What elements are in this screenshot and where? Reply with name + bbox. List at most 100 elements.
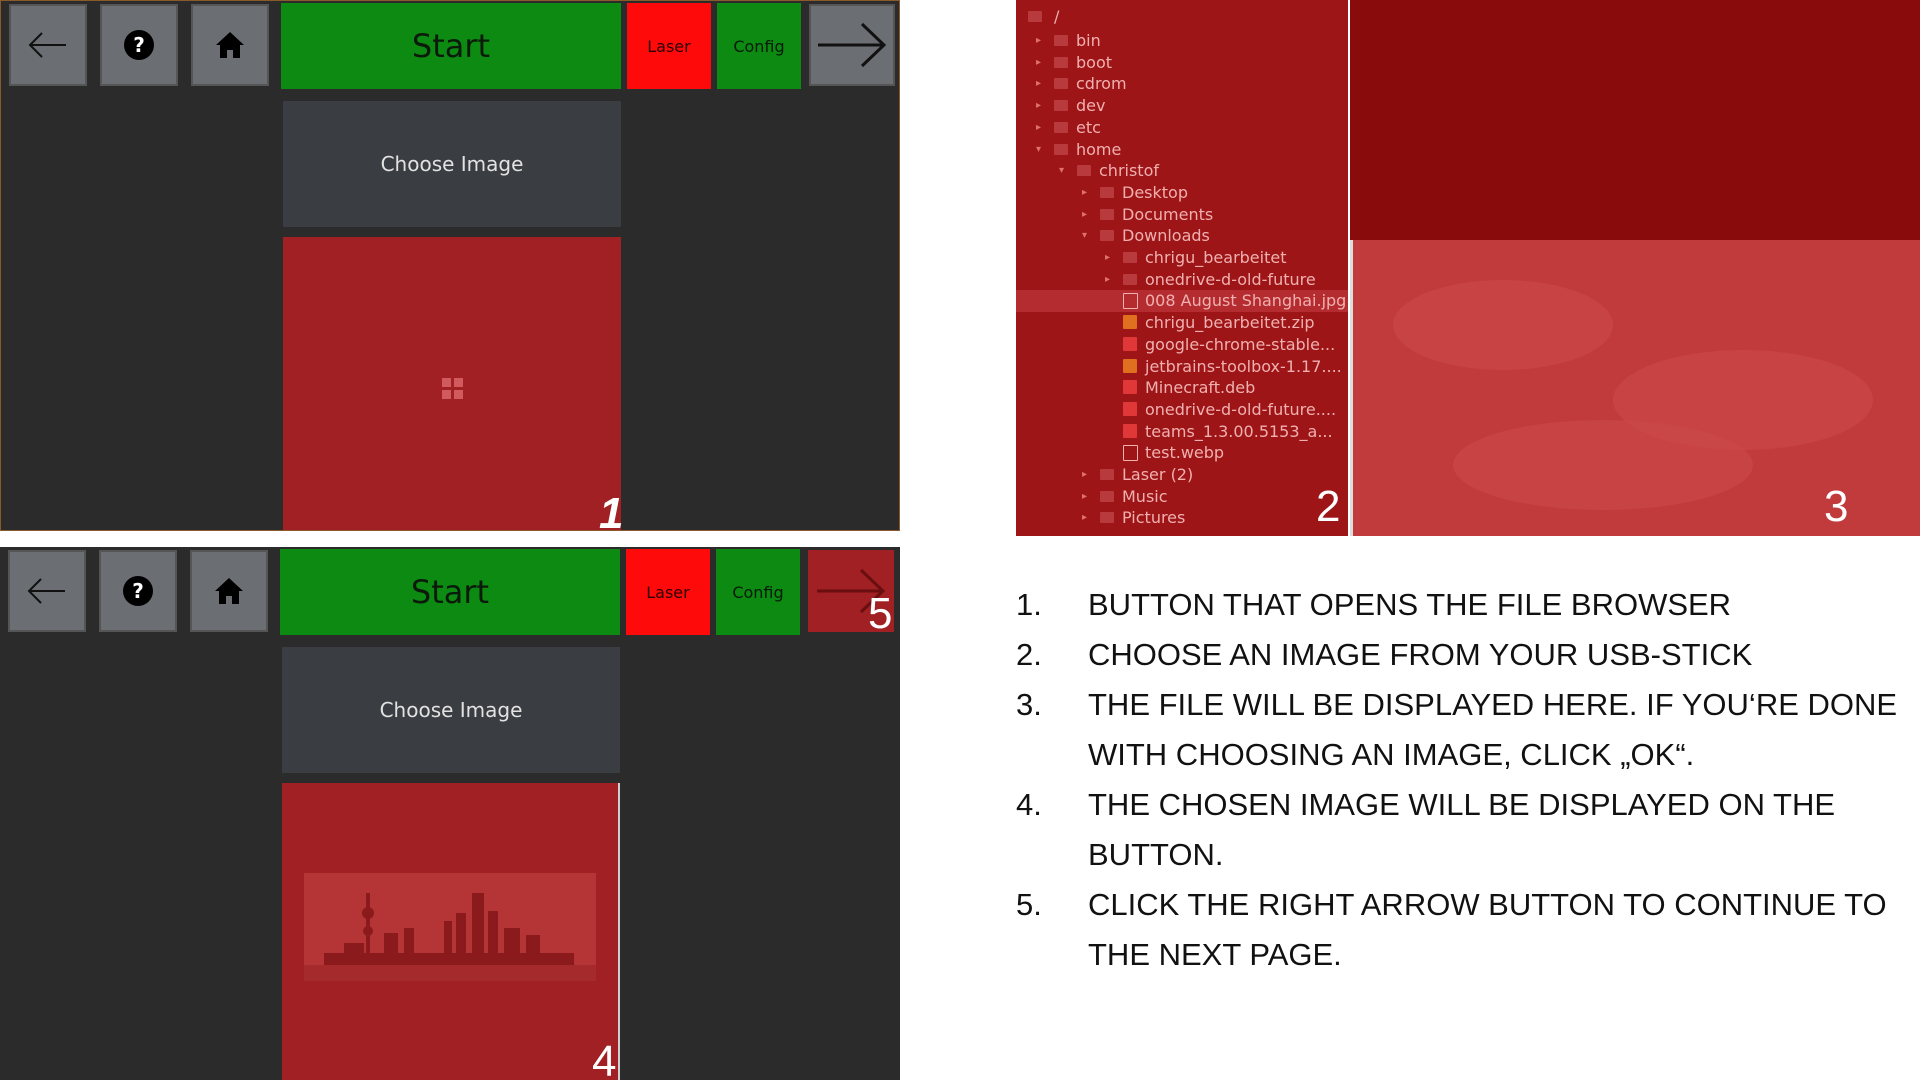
home-icon — [216, 32, 244, 58]
image-viewer-panel: 3 — [1350, 0, 1920, 536]
home-button[interactable] — [190, 550, 268, 632]
instruction-number: 2. — [1016, 637, 1042, 672]
image-preview-button[interactable] — [282, 783, 620, 1080]
archive-icon — [1123, 315, 1137, 330]
chevron-right-icon[interactable]: ▸ — [1036, 95, 1041, 117]
folder-icon — [1054, 121, 1068, 133]
file-name: Pictures — [1122, 508, 1186, 528]
back-button[interactable] — [9, 4, 87, 86]
chevron-right-icon[interactable]: ▸ — [1036, 73, 1041, 95]
folder-row[interactable]: ▾ christof — [1016, 160, 1348, 182]
config-label: Config — [733, 36, 785, 56]
laser-label: Laser — [646, 582, 690, 602]
image-preview-button[interactable] — [283, 237, 621, 530]
folder-row[interactable]: ▸ bin — [1016, 30, 1348, 52]
chevron-right-icon[interactable]: ▸ — [1036, 117, 1041, 139]
file-name: teams_1.3.00.5153_a... — [1145, 421, 1333, 441]
config-button[interactable]: Config — [716, 549, 800, 635]
folder-row[interactable]: ▸ Documents — [1016, 204, 1348, 226]
package-icon — [1123, 423, 1137, 438]
folder-row[interactable]: ▸ onedrive-d-old-future — [1016, 269, 1348, 291]
file-row[interactable]: onedrive-d-old-future.... — [1016, 399, 1348, 421]
step-marker-3: 3 — [1824, 482, 1849, 531]
file-name: home — [1076, 139, 1122, 159]
folder-icon — [1028, 11, 1042, 22]
file-name: Music — [1122, 486, 1168, 506]
package-icon — [1123, 336, 1137, 351]
app-panel-step-4: ? Start Laser Config 5 Choose Image 4 — [0, 547, 900, 1080]
chevron-right-icon[interactable]: ▸ — [1082, 486, 1087, 508]
chevron-right-icon[interactable]: ▸ — [1105, 269, 1110, 291]
file-name: bin — [1076, 31, 1101, 50]
chevron-right-icon[interactable]: ▸ — [1036, 52, 1041, 74]
file-row[interactable]: jetbrains-toolbox-1.17.... — [1016, 356, 1348, 378]
file-row[interactable]: chrigu_bearbeitet.zip — [1016, 312, 1348, 334]
folder-icon — [1123, 252, 1137, 263]
chevron-right-icon[interactable]: ▸ — [1082, 204, 1087, 226]
folder-row[interactable]: ▾ Downloads — [1016, 225, 1348, 247]
file-name: test.webp — [1145, 443, 1225, 463]
instruction-item: 2. CHOOSE AN IMAGE FROM YOUR USB-STICK — [1016, 630, 1920, 680]
file-row[interactable]: teams_1.3.00.5153_a... — [1016, 421, 1348, 443]
step-marker-4: 4 — [592, 1037, 617, 1080]
laser-button[interactable]: Laser — [626, 549, 710, 635]
chevron-down-icon[interactable]: ▾ — [1036, 139, 1041, 161]
chevron-right-icon[interactable]: ▸ — [1082, 182, 1087, 204]
file-name: onedrive-d-old-future.... — [1145, 399, 1337, 419]
folder-row[interactable]: ▸ Music — [1016, 486, 1348, 508]
folder-icon — [1100, 490, 1114, 502]
start-button[interactable]: Start — [281, 3, 621, 89]
file-browser-root[interactable]: / — [1016, 6, 1348, 28]
config-label: Config — [732, 582, 784, 602]
chevron-right-icon[interactable]: ▸ — [1036, 30, 1041, 52]
start-label: Start — [410, 573, 490, 611]
file-name: jetbrains-toolbox-1.17.... — [1145, 356, 1342, 376]
file-name: etc — [1076, 117, 1101, 137]
help-button[interactable]: ? — [99, 550, 177, 632]
start-button[interactable]: Start — [280, 549, 620, 635]
home-icon — [215, 578, 243, 604]
start-label: Start — [411, 27, 491, 65]
folder-row[interactable]: ▸ etc — [1016, 117, 1348, 139]
folder-row[interactable]: ▸ dev — [1016, 95, 1348, 117]
folder-row[interactable]: ▾ home — [1016, 139, 1348, 161]
choose-image-label: Choose Image — [380, 152, 524, 176]
arrow-right-icon — [818, 22, 887, 68]
folder-row[interactable]: ▸ chrigu_bearbeitet — [1016, 247, 1348, 269]
chevron-right-icon[interactable]: ▸ — [1082, 464, 1087, 486]
folder-row[interactable]: ▸ Pictures — [1016, 507, 1348, 529]
file-name: christof — [1099, 161, 1159, 181]
instruction-item: 4. THE CHOSEN IMAGE WILL BE DISPLAYED ON… — [1016, 780, 1920, 880]
file-name: Downloads — [1122, 226, 1210, 246]
instruction-item: 5. CLICK THE RIGHT ARROW BUTTON TO CONTI… — [1016, 880, 1920, 980]
svg-text:?: ? — [132, 579, 144, 603]
choose-image-button[interactable]: Choose Image — [282, 647, 620, 773]
choose-image-button[interactable]: Choose Image — [283, 101, 621, 227]
home-button[interactable] — [191, 4, 269, 86]
chevron-down-icon[interactable]: ▾ — [1082, 225, 1087, 247]
next-button[interactable] — [809, 4, 895, 86]
folder-icon — [1054, 78, 1068, 90]
instructions-list: 1. BUTTON THAT OPENS THE FILE BROWSER 2.… — [1016, 580, 1920, 980]
laser-button[interactable]: Laser — [627, 3, 711, 89]
config-button[interactable]: Config — [717, 3, 801, 89]
folder-icon — [1100, 230, 1114, 242]
file-row[interactable]: test.webp — [1016, 442, 1348, 464]
folder-row[interactable]: ▸ cdrom — [1016, 73, 1348, 95]
folder-icon — [1123, 273, 1137, 285]
package-icon — [1123, 401, 1137, 416]
folder-row[interactable]: ▸ boot — [1016, 52, 1348, 74]
chevron-right-icon[interactable]: ▸ — [1082, 507, 1087, 529]
chevron-down-icon[interactable]: ▾ — [1059, 160, 1064, 182]
file-row[interactable]: 008 August Shanghai.jpg — [1016, 290, 1348, 313]
folder-row[interactable]: ▸ Desktop — [1016, 182, 1348, 204]
file-row[interactable]: google-chrome-stable... — [1016, 334, 1348, 356]
package-icon — [1123, 380, 1137, 395]
folder-row[interactable]: ▸ Laser (2) — [1016, 464, 1348, 486]
folder-icon — [1054, 56, 1068, 68]
file-row[interactable]: Minecraft.deb — [1016, 377, 1348, 399]
folder-icon — [1100, 469, 1114, 480]
chevron-right-icon[interactable]: ▸ — [1105, 247, 1110, 269]
back-button[interactable] — [8, 550, 86, 632]
help-button[interactable]: ? — [100, 4, 178, 86]
